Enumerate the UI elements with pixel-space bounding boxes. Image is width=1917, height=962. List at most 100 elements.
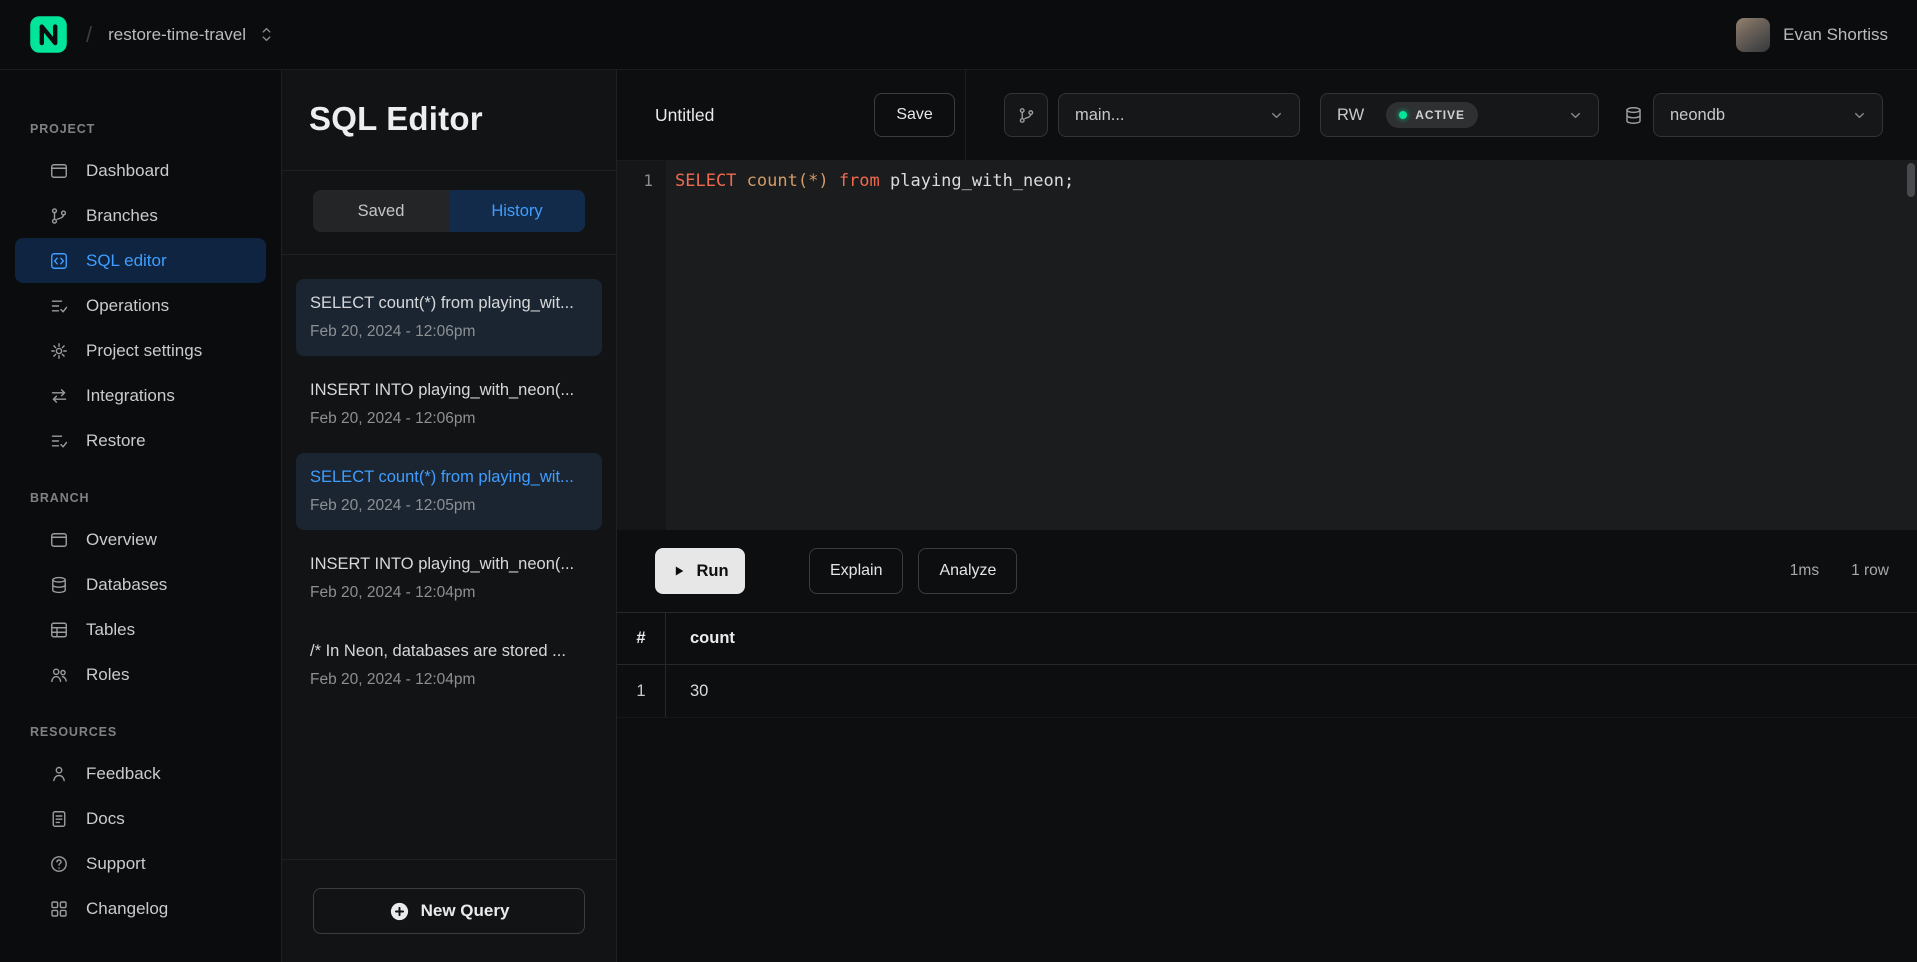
history-list: SELECT count(*) from playing_wit... Feb … — [282, 255, 616, 859]
project-switcher-icon[interactable] — [257, 25, 276, 44]
sidebar-item-restore[interactable]: Restore — [15, 418, 266, 463]
editor-scrollbar — [1906, 161, 1917, 530]
grid-icon — [49, 899, 69, 919]
operations-icon — [49, 296, 69, 316]
results-table: # count 1 30 — [617, 612, 1917, 718]
sidebar-item-tables[interactable]: Tables — [15, 607, 266, 652]
sidebar-item-label: Restore — [86, 431, 146, 451]
help-circle-icon — [49, 854, 69, 874]
history-time: Feb 20, 2024 - 12:04pm — [310, 582, 588, 604]
sql-keyword: SELECT — [675, 171, 736, 191]
editor-header: Untitled Save main... RW — [617, 70, 1917, 161]
row-index-cell: 1 — [617, 665, 666, 717]
history-item[interactable]: INSERT INTO playing_with_neon(... Feb 20… — [296, 366, 602, 443]
user-menu[interactable]: Evan Shortiss — [1736, 18, 1888, 52]
sidebar-item-databases[interactable]: Databases — [15, 562, 266, 607]
database-select[interactable]: neondb — [1653, 93, 1883, 137]
run-label: Run — [696, 562, 728, 581]
save-button[interactable]: Save — [874, 93, 954, 137]
sidebar-item-feedback[interactable]: Feedback — [15, 751, 266, 796]
history-time: Feb 20, 2024 - 12:06pm — [310, 321, 588, 343]
history-item[interactable]: /* In Neon, databases are stored ... Feb… — [296, 627, 602, 704]
branch-icon-button[interactable] — [1004, 93, 1048, 137]
sidebar-item-label: Overview — [86, 530, 157, 550]
project-name[interactable]: restore-time-travel — [108, 25, 246, 45]
table-row: 1 30 — [617, 665, 1917, 718]
sidebar-item-label: Operations — [86, 296, 169, 316]
sidebar: Project Dashboard Branches SQL editor Op… — [0, 70, 281, 962]
explain-button[interactable]: Explain — [809, 548, 903, 594]
connection-selectors: main... RW ACTIVE — [1004, 93, 1883, 137]
column-header-count: count — [666, 629, 735, 648]
results-header-row: # count — [617, 612, 1917, 665]
dashboard-icon — [49, 161, 69, 181]
chevron-down-icon — [1850, 106, 1869, 125]
tab-history[interactable]: History — [449, 190, 585, 232]
run-button[interactable]: Run — [655, 548, 745, 594]
editor-main: Untitled Save main... RW — [617, 70, 1917, 962]
history-item[interactable]: INSERT INTO playing_with_neon(... Feb 20… — [296, 540, 602, 617]
queries-panel: SQL Editor Saved History SELECT count(*)… — [281, 70, 617, 962]
sidebar-item-operations[interactable]: Operations — [15, 283, 266, 328]
row-count-cell: 30 — [666, 682, 708, 701]
database-select-value: neondb — [1670, 106, 1725, 125]
sidebar-item-label: Feedback — [86, 764, 161, 784]
sidebar-item-label: Docs — [86, 809, 125, 829]
status-badge: ACTIVE — [1386, 102, 1478, 128]
branch-select-value: main... — [1075, 106, 1125, 125]
editor-gutter: 1 — [617, 161, 666, 530]
sidebar-item-project-settings[interactable]: Project settings — [15, 328, 266, 373]
scrollbar-thumb[interactable] — [1907, 163, 1915, 197]
queries-tabs: Saved History — [282, 171, 616, 255]
duration-stat: 1ms — [1790, 562, 1819, 580]
feedback-icon — [49, 764, 69, 784]
panel-footer: New Query — [282, 859, 616, 962]
sidebar-item-branches[interactable]: Branches — [15, 193, 266, 238]
line-number: 1 — [617, 167, 653, 195]
compute-select-value: RW — [1337, 106, 1364, 125]
history-query: /* In Neon, databases are stored ... — [310, 640, 588, 663]
sql-function: count(*) — [747, 171, 829, 191]
sidebar-item-label: Branches — [86, 206, 158, 226]
sidebar-item-support[interactable]: Support — [15, 841, 266, 886]
header-divider — [965, 70, 966, 161]
sidebar-item-dashboard[interactable]: Dashboard — [15, 148, 266, 193]
sql-text: playing_with_neon; — [880, 171, 1074, 191]
avatar — [1736, 18, 1770, 52]
sidebar-item-docs[interactable]: Docs — [15, 796, 266, 841]
sidebar-item-overview[interactable]: Overview — [15, 517, 266, 562]
restore-icon — [49, 431, 69, 451]
history-item[interactable]: SELECT count(*) from playing_wit... Feb … — [296, 279, 602, 356]
history-item-selected[interactable]: SELECT count(*) from playing_wit... Feb … — [296, 453, 602, 530]
sidebar-item-integrations[interactable]: Integrations — [15, 373, 266, 418]
page-title: SQL Editor — [282, 70, 616, 171]
compute-select[interactable]: RW ACTIVE — [1320, 93, 1599, 137]
section-label: Project — [30, 122, 281, 136]
branch-select[interactable]: main... — [1058, 93, 1300, 137]
neon-logo-icon[interactable] — [29, 15, 68, 54]
new-query-label: New Query — [421, 901, 510, 921]
breadcrumb-separator: / — [86, 22, 92, 48]
users-icon — [49, 665, 69, 685]
query-actionbar: Run Explain Analyze 1ms 1 row — [617, 530, 1917, 612]
branch-icon — [1017, 106, 1036, 125]
query-tab-title: Untitled — [655, 105, 714, 126]
history-time: Feb 20, 2024 - 12:06pm — [310, 408, 588, 430]
sql-editor-icon — [49, 251, 69, 271]
history-query: INSERT INTO playing_with_neon(... — [310, 379, 588, 402]
integrations-icon — [49, 386, 69, 406]
analyze-button[interactable]: Analyze — [918, 548, 1017, 594]
sidebar-item-sql-editor[interactable]: SQL editor — [15, 238, 266, 283]
sidebar-section-project: Project Dashboard Branches SQL editor Op… — [0, 122, 281, 463]
code-area[interactable]: SELECT count(*) from playing_with_neon; — [666, 161, 1917, 530]
sidebar-item-roles[interactable]: Roles — [15, 652, 266, 697]
tab-saved[interactable]: Saved — [313, 190, 449, 232]
database-icon — [1623, 105, 1644, 126]
sidebar-section-branch: Branch Overview Databases Tables Roles — [0, 491, 281, 697]
status-badge-label: ACTIVE — [1415, 108, 1465, 122]
sidebar-item-changelog[interactable]: Changelog — [15, 886, 266, 931]
section-label: Resources — [30, 725, 281, 739]
new-query-button[interactable]: New Query — [313, 888, 585, 934]
chevron-down-icon — [1267, 106, 1286, 125]
row-count-stat: 1 row — [1851, 562, 1889, 580]
